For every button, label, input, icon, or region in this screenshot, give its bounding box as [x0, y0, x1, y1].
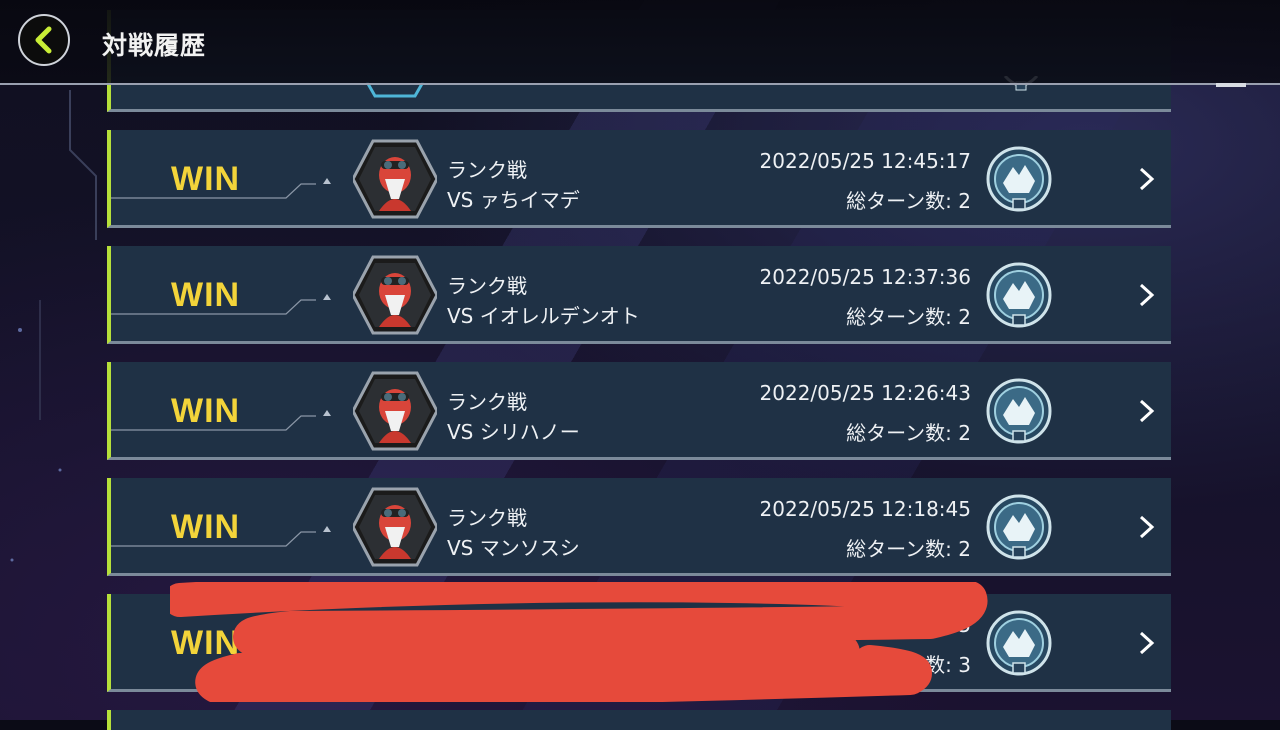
rank-emblem-icon: [986, 610, 1052, 676]
match-mode: ランク戦: [447, 390, 527, 414]
duelist-avatar-icon: [353, 255, 437, 335]
list-item-match[interactable]: WIN ランク戦 VS マンソスシ 2022/05/25 12:18:45 総タ…: [107, 478, 1171, 576]
result-label: WIN: [171, 392, 241, 430]
chevron-left-icon: [35, 26, 52, 54]
match-datetime: 2022/05/25 12:26:43: [759, 381, 971, 405]
match-datetime: 2022/05/25 12:37:36: [759, 265, 971, 289]
list-item-partial-bottom[interactable]: [107, 710, 1171, 730]
match-mode: ランク戦: [447, 506, 527, 530]
page-title: 対戦履歴: [102, 31, 207, 60]
chevron-right-icon[interactable]: [1137, 514, 1157, 540]
chevron-right-icon[interactable]: [1137, 398, 1157, 424]
chevron-right-icon[interactable]: [1137, 166, 1157, 192]
duelist-avatar-icon: [353, 487, 437, 567]
opponent-name: VS マンソスシ: [447, 536, 580, 560]
avatar-frame-fragment: [365, 82, 425, 98]
list-item-match[interactable]: WIN ランク戦 VS イオレルデンオト 2022/05/25 12:37:36…: [107, 246, 1171, 344]
list-item-match[interactable]: WIN ランク戦 VS シリハノー 2022/05/25 12:26:43 総タ…: [107, 362, 1171, 460]
header-dash-decoration: [1216, 83, 1246, 87]
opponent-name: VS イオレルデンオト: [447, 304, 640, 328]
result-label: WIN: [171, 508, 241, 546]
result-label: WIN: [171, 276, 241, 314]
duelist-avatar-icon: [353, 139, 437, 219]
turn-count: 総ターン数: 2: [846, 189, 971, 213]
list-item-match[interactable]: WIN ランク戦 VS ァちイマデ 2022/05/25 12:45:17 総タ…: [107, 130, 1171, 228]
match-mode: ランク戦: [447, 274, 527, 298]
opponent-name: VS シリハノー: [447, 420, 580, 444]
turn-count: 総ターン数: 2: [846, 305, 971, 329]
chevron-right-icon[interactable]: [1137, 630, 1157, 656]
match-mode: ランク戦: [447, 158, 527, 182]
match-datetime: 2022/05/25 12:18:45: [759, 497, 971, 521]
opponent-name: VS ァちイマデ: [447, 188, 580, 212]
redaction-scribble: [170, 582, 988, 702]
rank-emblem-icon: [986, 262, 1052, 328]
rank-emblem-icon: [986, 378, 1052, 444]
duelist-avatar-icon: [353, 371, 437, 451]
result-label: WIN: [171, 160, 241, 198]
rank-emblem-icon: [986, 146, 1052, 212]
back-button[interactable]: [18, 14, 70, 66]
match-datetime: 2022/05/25 12:45:17: [759, 149, 971, 173]
header-bar: 対戦履歴: [0, 0, 1280, 85]
turn-count: 総ターン数: 2: [846, 421, 971, 445]
rank-emblem-icon: [986, 494, 1052, 560]
turn-count: 総ターン数: 2: [846, 537, 971, 561]
chevron-right-icon[interactable]: [1137, 282, 1157, 308]
